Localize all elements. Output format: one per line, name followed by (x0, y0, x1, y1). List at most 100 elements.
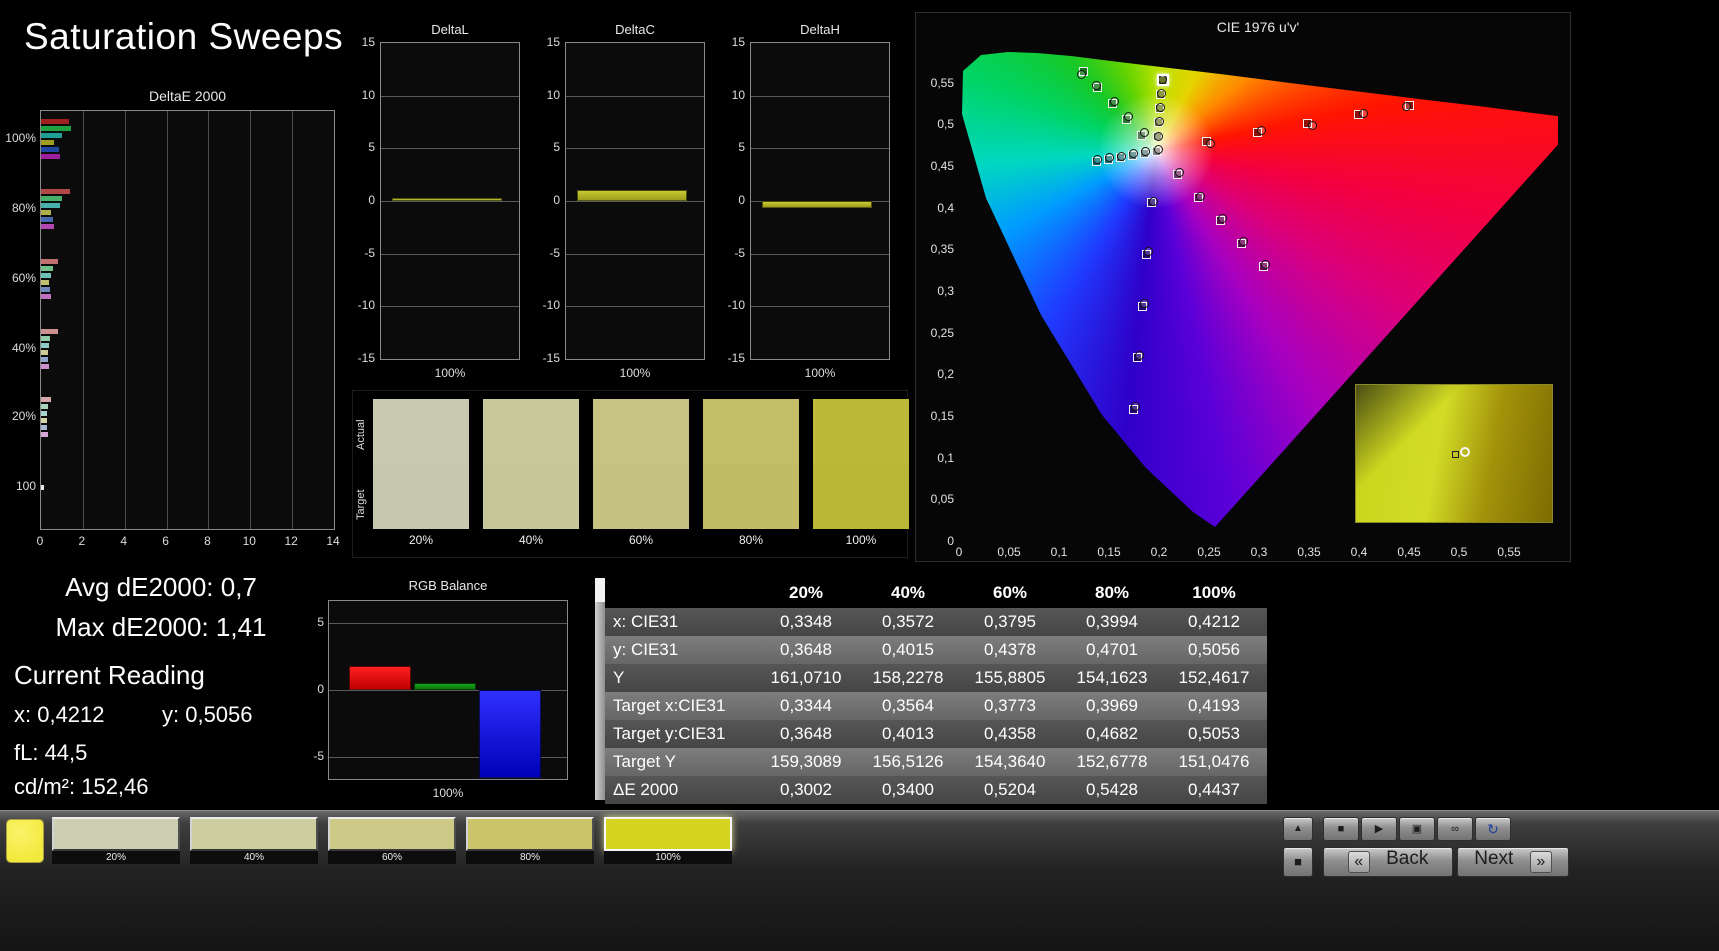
swatch-actual (813, 399, 909, 464)
cie-x-tick: 0,35 (1297, 545, 1321, 559)
table-cell: 0,3344 (780, 696, 832, 715)
results-table: 20% 40% 60% 80% 100% x: CIE31 0,3348 0,3572 0,37… (595, 578, 1267, 804)
play-button[interactable]: ▶ (1361, 817, 1397, 841)
table-scrollbar-thumb[interactable] (595, 578, 605, 602)
saturation-swatch-button-40%[interactable]: 40% (190, 817, 318, 864)
table-cell: 0,3994 (1086, 612, 1138, 631)
swatch-button-label: 100% (604, 851, 732, 864)
table-cell: 161,0710 (770, 668, 842, 687)
table-cell: 0,3969 (1086, 696, 1138, 715)
delta-chart-deltah: DeltaH 100% 15 10 5 0 -5 -10 -15 (715, 22, 893, 402)
cie-measured-marker-cyan (1117, 151, 1126, 161)
cie-x-tick: 0,1 (1050, 545, 1068, 559)
saturation-swatch-button-20%[interactable]: 20% (52, 817, 180, 864)
swatch-color (190, 817, 318, 851)
up-icon: ▲ (1293, 823, 1303, 834)
table-cell: 159,3089 (770, 752, 842, 771)
table-header-cell: 20% (788, 583, 824, 602)
swatch-actual (593, 399, 689, 464)
deltal-plot (380, 42, 520, 360)
cie-y-tick: 0,45 (930, 159, 954, 173)
table-row-label: ΔE 2000 (613, 780, 679, 799)
swatch-80% (703, 399, 799, 529)
de-x-tick: 10 (242, 534, 256, 548)
swatch-60% (593, 399, 689, 529)
color-patch-button[interactable] (6, 819, 44, 863)
table-row: Y 161,0710 158,2278 155,8805 154,1623 152,461… (605, 664, 1267, 692)
table-cell: 0,3648 (780, 640, 832, 659)
cie-panel: CIE 1976 u'v' 0 0,05 0,1 0,15 0,2 0,25 0,3 0,35… (915, 12, 1571, 562)
current-reading-heading: Current Reading (14, 660, 205, 690)
square-button[interactable]: ■ (1283, 847, 1313, 877)
up-button[interactable]: ▲ (1283, 817, 1313, 841)
saturation-swatch-button-80%[interactable]: 80% (466, 817, 594, 864)
grid-line (566, 306, 704, 308)
stop-button[interactable]: ■ (1323, 817, 1359, 841)
de-x-tick: 0 (36, 534, 44, 548)
de-bar (41, 329, 58, 334)
back-button-label: Back (1386, 848, 1429, 869)
table-cell: 0,5428 (1086, 780, 1138, 799)
swatch-label: 40% (518, 533, 544, 547)
table-row-label: x: CIE31 (613, 612, 679, 631)
saturation-swatch-button-60%[interactable]: 60% (328, 817, 456, 864)
swatch-target (813, 464, 909, 529)
de-bar (41, 294, 52, 299)
cie-y-tick: 0,25 (930, 325, 954, 340)
swatch-label: 60% (628, 533, 654, 547)
cie-measured-marker-green (1139, 128, 1149, 138)
de-bar (41, 287, 51, 292)
delta-y-tick: -10 (357, 298, 375, 313)
rgb-balance-x-label: 100% (432, 786, 464, 800)
stats-x-value: x: 0,4212 (14, 702, 105, 727)
swatch-target (373, 464, 469, 529)
cie-title: CIE 1976 u'v' (1216, 19, 1300, 35)
cie-whitepoint-measured-marker (1153, 144, 1163, 154)
table-row: Target y:CIE31 0,3648 0,4013 0,4358 0,4682 0,… (605, 720, 1267, 748)
bottom-bar: 20% 40% 60% 80% 100% ▲ ■ « Back Next » ■ ▶ ▣ ∞ ↻ (0, 810, 1719, 951)
grid-line (751, 306, 889, 308)
grid-line (381, 148, 519, 150)
cie-measured-marker-yellow (1154, 117, 1164, 127)
table-cell: 0,5204 (984, 780, 1036, 799)
rgb-y-tick: 0 (317, 682, 324, 696)
de-bar (41, 343, 50, 348)
de-bar (41, 147, 59, 152)
back-button[interactable]: « Back (1323, 847, 1453, 877)
de-bar (41, 280, 50, 285)
de-bar (41, 266, 53, 271)
rgb-bar-green (414, 683, 476, 690)
de-bar (41, 196, 62, 201)
delta-y-tick: 10 (361, 87, 375, 102)
table-header-blank (605, 578, 755, 608)
de-x-tick: 8 (204, 534, 211, 548)
square-icon: ■ (1294, 854, 1302, 869)
cie-measured-marker-red (1206, 139, 1215, 148)
table-row: Target x:CIE31 0,3344 0,3564 0,3773 0,3969 0,… (605, 692, 1267, 720)
de-x-tick: 12 (284, 534, 298, 548)
cie-y-tick: 0,05 (930, 492, 954, 507)
swatch-color (604, 817, 732, 851)
saturation-swatch-button-100%[interactable]: 100% (604, 817, 732, 864)
delta-y-tick: -15 (727, 351, 745, 365)
de-bar (41, 357, 49, 362)
grid-line (381, 306, 519, 308)
record-button[interactable]: ▣ (1399, 817, 1435, 841)
grid-line (329, 622, 567, 624)
refresh-button[interactable]: ↻ (1475, 817, 1511, 841)
de-bar (41, 224, 54, 229)
swatch-target (593, 464, 689, 529)
next-button[interactable]: Next » (1457, 847, 1569, 877)
cie-y-tick: 0,4 (937, 200, 954, 215)
table-header-cell: 40% (890, 583, 926, 602)
cie-measured-marker-yellow (1153, 131, 1163, 141)
grid-line (381, 95, 519, 97)
rgb-bar-blue (479, 690, 541, 778)
table-scrollbar[interactable] (595, 578, 605, 800)
loop-button[interactable]: ∞ (1437, 817, 1473, 841)
cie-measured-marker-magenta (1196, 191, 1205, 201)
de-group-label: 20% (11, 409, 36, 423)
swatch-comparison-panel: Actual Target 20% 40% 60% 80% 100% (352, 390, 909, 558)
de-bar (41, 203, 60, 208)
table-cell: 152,6778 (1076, 752, 1148, 771)
